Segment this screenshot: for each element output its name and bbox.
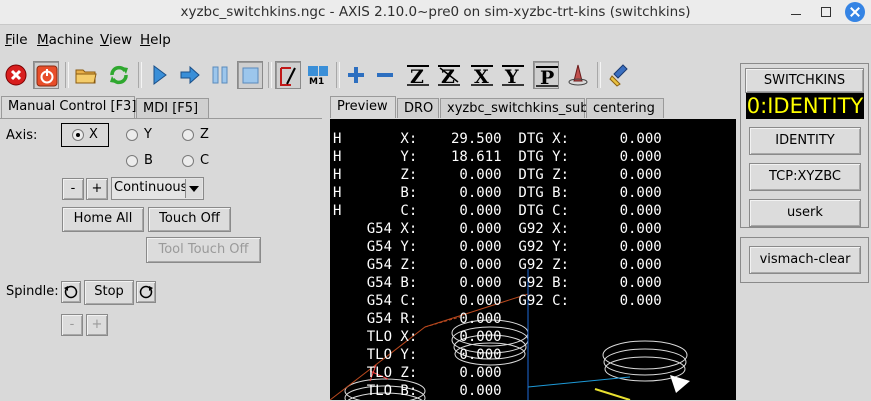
radio-indicator — [126, 129, 138, 141]
axis-y-label: Y — [144, 127, 152, 142]
identity-button[interactable]: IDENTITY — [749, 127, 861, 155]
kins-status-display: 0:IDENTITY — [746, 93, 864, 119]
vismach-clear-button[interactable]: vismach-clear — [749, 246, 861, 274]
tcp-xyzbc-button[interactable]: TCP:XYZBC — [749, 163, 861, 191]
tab-xyzbc-switchkins-sub[interactable]: xyzbc_switchkins_sub — [440, 98, 589, 118]
axis-b-label: B — [144, 153, 153, 168]
axis-c-label: C — [200, 153, 210, 168]
switchkins-panel: SWITCHKINS 0:IDENTITY IDENTITY TCP:XYZBC… — [740, 62, 871, 400]
svg-text:Z: Z — [410, 66, 424, 87]
zoom-in-icon[interactable] — [343, 61, 369, 89]
home-all-button[interactable]: Home All — [62, 207, 144, 232]
maximize-icon[interactable] — [819, 5, 833, 19]
switchkins-header: SWITCHKINS — [745, 68, 864, 93]
jog-mode-select[interactable]: Continuous — [111, 177, 204, 200]
radio-indicator — [182, 155, 194, 167]
machine-power-icon[interactable] — [33, 61, 59, 89]
rotate-view-icon[interactable] — [565, 61, 591, 89]
svg-text:Y: Y — [504, 66, 519, 87]
minimize-icon[interactable] — [789, 5, 803, 19]
spindle-cw-icon[interactable] — [136, 281, 156, 303]
menu-machine[interactable]: Machine — [37, 32, 94, 48]
axis-z-label: Z — [200, 127, 209, 142]
spindle-label: Spindle: — [6, 284, 59, 299]
zoom-out-icon[interactable] — [372, 61, 398, 89]
touch-off-button[interactable]: Touch Off — [148, 207, 231, 232]
radio-indicator — [126, 155, 138, 167]
view-z-icon[interactable]: Z — [405, 61, 431, 89]
axis-y-radio[interactable]: Y — [126, 127, 166, 145]
preview-canvas[interactable]: H X: 29.500 DTG X: 0.000 H Y: 18.611 DTG… — [330, 119, 736, 400]
tab-preview[interactable]: Preview — [330, 96, 396, 118]
optional-stop-icon[interactable]: M1 — [305, 61, 331, 89]
radio-indicator — [72, 129, 84, 141]
estop-icon[interactable] — [3, 61, 29, 89]
radio-indicator — [182, 129, 194, 141]
vismach-group: vismach-clear — [740, 237, 869, 283]
svg-text:X: X — [474, 66, 489, 87]
axis-x-label: X — [89, 127, 98, 142]
title-bar: xyzbc_switchkins.ngc - AXIS 2.10.0~pre0 … — [0, 0, 871, 25]
svg-text:M1: M1 — [309, 77, 324, 87]
axis-label: Axis: — [6, 128, 38, 143]
dro-readout: H X: 29.500 DTG X: 0.000 H Y: 18.611 DTG… — [333, 131, 662, 399]
step-icon[interactable] — [177, 61, 203, 89]
close-window-icon[interactable] — [845, 2, 865, 22]
jog-minus-button[interactable]: - — [62, 178, 84, 200]
switchkins-group: SWITCHKINS 0:IDENTITY IDENTITY TCP:XYZBC… — [740, 63, 869, 228]
manual-control-panel: Axis: X Y Z B C - + Continuous Home All … — [0, 118, 322, 401]
reload-icon[interactable] — [106, 61, 132, 89]
tool-touch-off-button[interactable]: Tool Touch Off — [146, 237, 261, 263]
stop-icon[interactable] — [237, 61, 263, 89]
axis-b-radio[interactable]: B — [126, 153, 166, 171]
svg-text:Z: Z — [441, 66, 455, 87]
chevron-down-icon — [185, 179, 202, 198]
spindle-plus-button[interactable]: + — [86, 314, 108, 336]
spindle-stop-button[interactable]: Stop — [84, 280, 134, 305]
axis-c-radio[interactable]: C — [182, 153, 222, 171]
userk-button[interactable]: userk — [749, 199, 861, 227]
spindle-minus-button[interactable]: - — [61, 314, 83, 336]
tab-mdi[interactable]: MDI [F5] — [136, 98, 209, 118]
menu-view[interactable]: View — [100, 32, 132, 48]
svg-text:P: P — [540, 67, 554, 88]
run-icon[interactable] — [146, 61, 172, 89]
menu-file[interactable]: File — [5, 32, 28, 48]
axis-z-radio[interactable]: Z — [182, 127, 222, 145]
pause-icon[interactable] — [207, 61, 233, 89]
window-title: xyzbc_switchkins.ngc - AXIS 2.10.0~pre0 … — [180, 4, 691, 20]
jog-mode-value: Continuous — [114, 180, 188, 195]
view-z2-icon[interactable]: Z — [436, 61, 462, 89]
view-x-icon[interactable]: X — [469, 61, 495, 89]
blockdelete-icon[interactable] — [275, 61, 301, 89]
tab-dro[interactable]: DRO — [397, 98, 439, 118]
tab-manual-control[interactable]: Manual Control [F3] — [1, 96, 136, 118]
spindle-ccw-icon[interactable] — [61, 281, 81, 303]
menu-help[interactable]: Help — [140, 32, 171, 48]
axis-x-radio[interactable]: X — [61, 123, 109, 147]
tab-centering[interactable]: centering — [586, 98, 664, 118]
jog-plus-button[interactable]: + — [86, 178, 108, 200]
clear-plot-icon[interactable] — [608, 61, 634, 89]
view-y-icon[interactable]: Y — [500, 61, 526, 89]
view-p-icon[interactable]: P — [533, 61, 559, 89]
open-file-icon[interactable] — [73, 61, 99, 89]
